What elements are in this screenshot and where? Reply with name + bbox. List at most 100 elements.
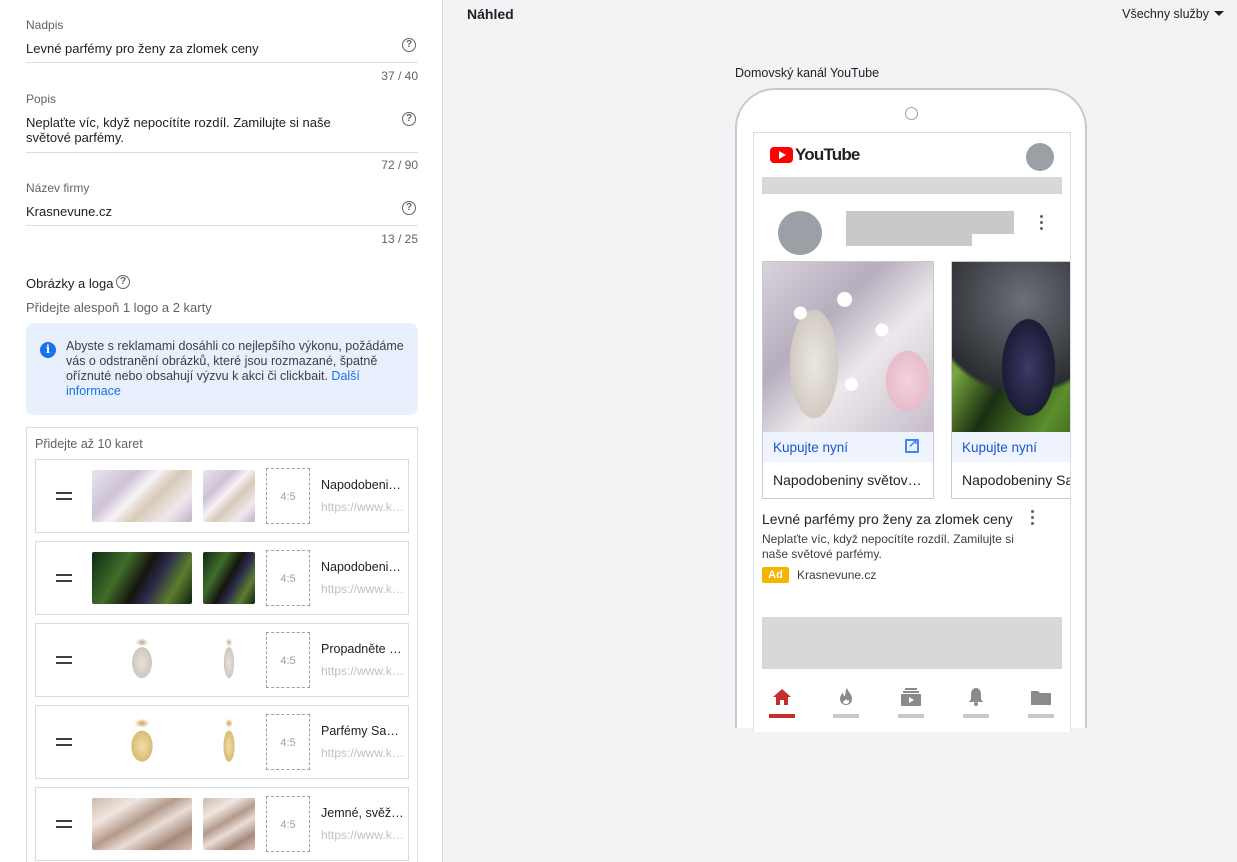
business-name-underline	[26, 225, 418, 226]
headline-label: Nadpis	[26, 18, 64, 32]
headline-input[interactable]: Levné parfémy pro ženy za zlomek ceny	[26, 41, 376, 56]
preview-card-cta[interactable]: Kupujte nyní	[952, 432, 1070, 462]
headline-char-count: 37 / 40	[381, 69, 418, 83]
card-image-landscape[interactable]	[92, 634, 192, 686]
youtube-play-icon	[770, 147, 793, 163]
preview-panel: Náhled Všechny služby Domovský kanál You…	[443, 0, 1237, 862]
business-name-char-count: 13 / 25	[381, 232, 418, 246]
business-name-field[interactable]: Název firmy Krasnevune.cz ? 13 / 25	[26, 181, 418, 247]
notice-text: Abyste s reklamami dosáhli co nejlepšího…	[66, 339, 406, 399]
card-image-landscape[interactable]	[92, 470, 192, 522]
nav-subscriptions[interactable]	[898, 687, 924, 719]
notifications-icon[interactable]	[966, 687, 986, 707]
card-row[interactable]: 4:5 Parfémy Saphir https://www.krasnevun…	[35, 705, 409, 779]
card-url: https://www.krasnevune.cz	[321, 500, 405, 514]
drag-handle-icon[interactable]	[56, 656, 72, 664]
drag-handle-icon[interactable]	[56, 492, 72, 500]
placeholder-block	[762, 617, 1062, 669]
preview-card-cta[interactable]: Kupujte nyní	[763, 432, 933, 462]
card-url: https://www.krasnevune.cz	[321, 828, 405, 842]
preview-card-image	[763, 262, 933, 432]
card-row[interactable]: 4:5 Napodobeniny Saphir https://www.kras…	[35, 541, 409, 615]
cards-hint: Přidejte až 10 karet	[35, 437, 143, 451]
card-image-square[interactable]	[203, 470, 255, 522]
phone-frame: YouTube Kupujte nyní Napodobeniny světov…	[735, 88, 1087, 732]
dropdown-caret-icon[interactable]	[1214, 11, 1224, 16]
headline-underline	[26, 62, 418, 63]
card-image-portrait-slot[interactable]: 4:5	[266, 714, 310, 770]
card-image-portrait-slot[interactable]: 4:5	[266, 632, 310, 688]
card-image-portrait-slot[interactable]: 4:5	[266, 796, 310, 852]
services-dropdown[interactable]: Všechny služby	[1122, 7, 1209, 21]
card-image-portrait-slot[interactable]: 4:5	[266, 468, 310, 524]
info-icon: i	[40, 342, 56, 358]
avatar	[1026, 143, 1054, 171]
card-image-square[interactable]	[203, 798, 255, 850]
subscriptions-icon[interactable]	[901, 687, 921, 707]
preview-card[interactable]: Kupujte nyní Napodobeniny Saphir	[951, 261, 1070, 499]
more-options-icon[interactable]	[1031, 510, 1035, 528]
card-row[interactable]: 4:5 Propadněte kouzlu https://www.krasne…	[35, 623, 409, 697]
preview-card-image	[952, 262, 1070, 432]
images-section-subtitle: Přidejte alespoň 1 logo a 2 karty	[26, 300, 212, 315]
nav-indicator	[833, 714, 859, 718]
youtube-wordmark: YouTube	[795, 145, 860, 164]
card-image-landscape[interactable]	[92, 716, 192, 768]
placeholder-subtitle	[846, 234, 972, 246]
preview-domain: Krasnevune.cz	[797, 568, 877, 582]
image-quality-notice: i Abyste s reklamami dosáhli co nejlepší…	[26, 323, 418, 415]
preview-description: Neplaťte víc, když nepocítíte rozdíl. Za…	[762, 532, 1014, 561]
channel-label: Domovský kanál YouTube	[735, 66, 880, 80]
description-field[interactable]: Popis Neplaťte víc, když nepocítíte rozd…	[26, 92, 418, 172]
card-image-square[interactable]	[203, 634, 255, 686]
headline-field[interactable]: Nadpis Levné parfémy pro ženy za zlomek …	[26, 18, 418, 83]
description-label: Popis	[26, 92, 57, 106]
placeholder-title	[846, 211, 1014, 234]
home-icon[interactable]	[772, 687, 792, 707]
drag-handle-icon[interactable]	[56, 574, 72, 582]
placeholder-bar	[762, 177, 1062, 194]
card-row[interactable]: 4:5 Napodobeniny světových parfémů https…	[35, 459, 409, 533]
help-icon[interactable]: ?	[402, 112, 416, 126]
description-char-count: 72 / 90	[381, 158, 418, 172]
nav-home[interactable]	[769, 687, 795, 719]
card-row[interactable]: 4:5 Jemné, svěží vůně https://www.krasne…	[35, 787, 409, 861]
card-name: Napodobeniny Saphir	[321, 560, 405, 574]
library-icon[interactable]	[1031, 687, 1051, 707]
nav-library[interactable]	[1028, 687, 1054, 719]
trending-icon[interactable]	[836, 687, 856, 707]
card-name: Napodobeniny světových parfémů	[321, 478, 405, 492]
card-image-landscape[interactable]	[92, 552, 192, 604]
nav-notifications[interactable]	[963, 687, 989, 719]
card-name: Parfémy Saphir	[321, 724, 405, 738]
shop-now-button[interactable]: Kupujte nyní	[773, 440, 848, 455]
description-underline	[26, 152, 418, 153]
drag-handle-icon[interactable]	[56, 738, 72, 746]
nav-trending[interactable]	[833, 687, 859, 719]
phone-camera	[905, 107, 918, 120]
advertiser-avatar	[778, 211, 822, 255]
card-image-portrait-slot[interactable]: 4:5	[266, 550, 310, 606]
preview-card[interactable]: Kupujte nyní Napodobeniny světových parf…	[762, 261, 934, 499]
shop-now-button[interactable]: Kupujte nyní	[962, 440, 1037, 455]
images-section-title: Obrázky a loga	[26, 276, 114, 291]
description-input[interactable]: Neplaťte víc, když nepocítíte rozdíl. Za…	[26, 115, 376, 145]
external-link-icon[interactable]	[905, 436, 919, 453]
preview-headline: Levné parfémy pro ženy za zlomek ceny	[762, 511, 1013, 527]
help-icon[interactable]: ?	[402, 38, 416, 52]
business-name-input[interactable]: Krasnevune.cz	[26, 204, 376, 219]
nav-indicator	[769, 714, 795, 718]
preview-title: Náhled	[467, 6, 514, 22]
card-url: https://www.krasnevune.cz	[321, 582, 405, 596]
more-options-icon[interactable]	[1040, 215, 1044, 233]
card-image-landscape[interactable]	[92, 798, 192, 850]
card-image-square[interactable]	[203, 552, 255, 604]
ad-badge: Ad	[762, 567, 789, 583]
ad-form-panel: Nadpis Levné parfémy pro ženy za zlomek …	[0, 0, 443, 862]
card-image-square[interactable]	[203, 716, 255, 768]
preview-card-name: Napodobeniny Saphir	[962, 472, 1070, 488]
drag-handle-icon[interactable]	[56, 820, 72, 828]
help-icon[interactable]: ?	[116, 275, 130, 289]
help-icon[interactable]: ?	[402, 201, 416, 215]
cards-list: Přidejte až 10 karet 4:5 Napodobeniny sv…	[26, 427, 418, 862]
